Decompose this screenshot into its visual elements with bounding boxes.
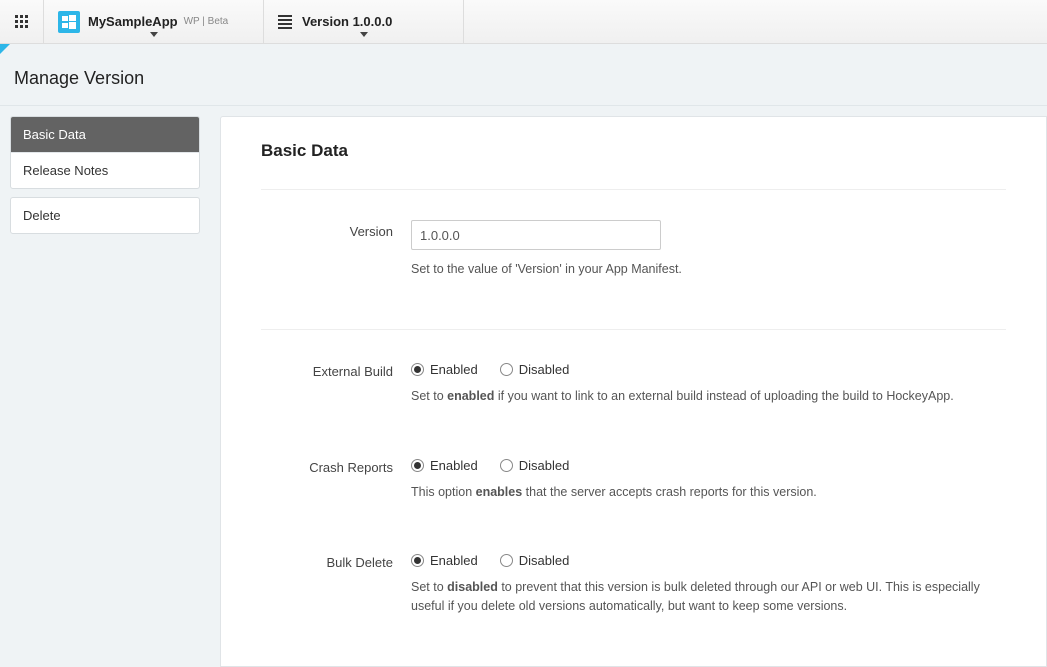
app-platform-icon bbox=[58, 11, 80, 33]
app-meta: WP | Beta bbox=[184, 16, 229, 27]
apps-menu[interactable] bbox=[0, 0, 44, 43]
radio-dot-icon bbox=[411, 554, 424, 567]
label-crash-reports: Crash Reports bbox=[261, 456, 411, 475]
version-selector[interactable]: Version 1.0.0.0 bbox=[264, 0, 464, 43]
bulk-delete-enabled[interactable]: Enabled bbox=[411, 553, 478, 568]
top-bar: MySampleApp WP | Beta Version 1.0.0.0 bbox=[0, 0, 1047, 44]
external-build-enabled[interactable]: Enabled bbox=[411, 362, 478, 377]
radio-dot-icon bbox=[500, 363, 513, 376]
nav-group-main: Basic Data Release Notes bbox=[10, 116, 200, 189]
caret-down-icon bbox=[150, 32, 158, 37]
hint-crash-reports: This option enables that the server acce… bbox=[411, 483, 1006, 502]
section-header: Manage Version bbox=[0, 44, 1047, 106]
bulk-delete-radios: Enabled Disabled bbox=[411, 551, 1006, 568]
version-label: Version 1.0.0.0 bbox=[302, 14, 392, 29]
crash-reports-disabled[interactable]: Disabled bbox=[500, 458, 570, 473]
bulk-delete-disabled[interactable]: Disabled bbox=[500, 553, 570, 568]
section-title: Manage Version bbox=[14, 68, 1047, 89]
row-external-build: External Build Enabled Disabled Set to e… bbox=[261, 360, 1006, 406]
crash-reports-radios: Enabled Disabled bbox=[411, 456, 1006, 473]
panel-title: Basic Data bbox=[261, 141, 1006, 161]
main-layout: Basic Data Release Notes Delete Basic Da… bbox=[0, 106, 1047, 667]
app-name: MySampleApp bbox=[88, 14, 178, 29]
list-icon bbox=[278, 15, 292, 29]
divider bbox=[261, 189, 1006, 190]
nav-item-release-notes[interactable]: Release Notes bbox=[11, 152, 199, 188]
row-bulk-delete: Bulk Delete Enabled Disabled Set to disa… bbox=[261, 551, 1006, 616]
divider bbox=[261, 329, 1006, 330]
nav-item-delete[interactable]: Delete bbox=[11, 198, 199, 233]
label-bulk-delete: Bulk Delete bbox=[261, 551, 411, 570]
label-external-build: External Build bbox=[261, 360, 411, 379]
nav-item-basic-data[interactable]: Basic Data bbox=[11, 117, 199, 152]
apps-grid-icon bbox=[15, 15, 29, 29]
external-build-disabled[interactable]: Disabled bbox=[500, 362, 570, 377]
content-panel: Basic Data Version Set to the value of '… bbox=[220, 116, 1047, 667]
nav-group-danger: Delete bbox=[10, 197, 200, 234]
app-selector[interactable]: MySampleApp WP | Beta bbox=[44, 0, 264, 43]
crash-reports-enabled[interactable]: Enabled bbox=[411, 458, 478, 473]
version-input[interactable] bbox=[411, 220, 661, 250]
side-nav: Basic Data Release Notes Delete bbox=[0, 106, 200, 667]
radio-dot-icon bbox=[411, 363, 424, 376]
radio-dot-icon bbox=[500, 554, 513, 567]
hint-bulk-delete: Set to disabled to prevent that this ver… bbox=[411, 578, 1006, 616]
radio-dot-icon bbox=[411, 459, 424, 472]
hint-external-build: Set to enabled if you want to link to an… bbox=[411, 387, 1006, 406]
row-version: Version Set to the value of 'Version' in… bbox=[261, 220, 1006, 279]
label-version: Version bbox=[261, 220, 411, 239]
radio-dot-icon bbox=[500, 459, 513, 472]
row-crash-reports: Crash Reports Enabled Disabled This opti… bbox=[261, 456, 1006, 502]
caret-down-icon bbox=[360, 32, 368, 37]
hint-version: Set to the value of 'Version' in your Ap… bbox=[411, 260, 1006, 279]
external-build-radios: Enabled Disabled bbox=[411, 360, 1006, 377]
